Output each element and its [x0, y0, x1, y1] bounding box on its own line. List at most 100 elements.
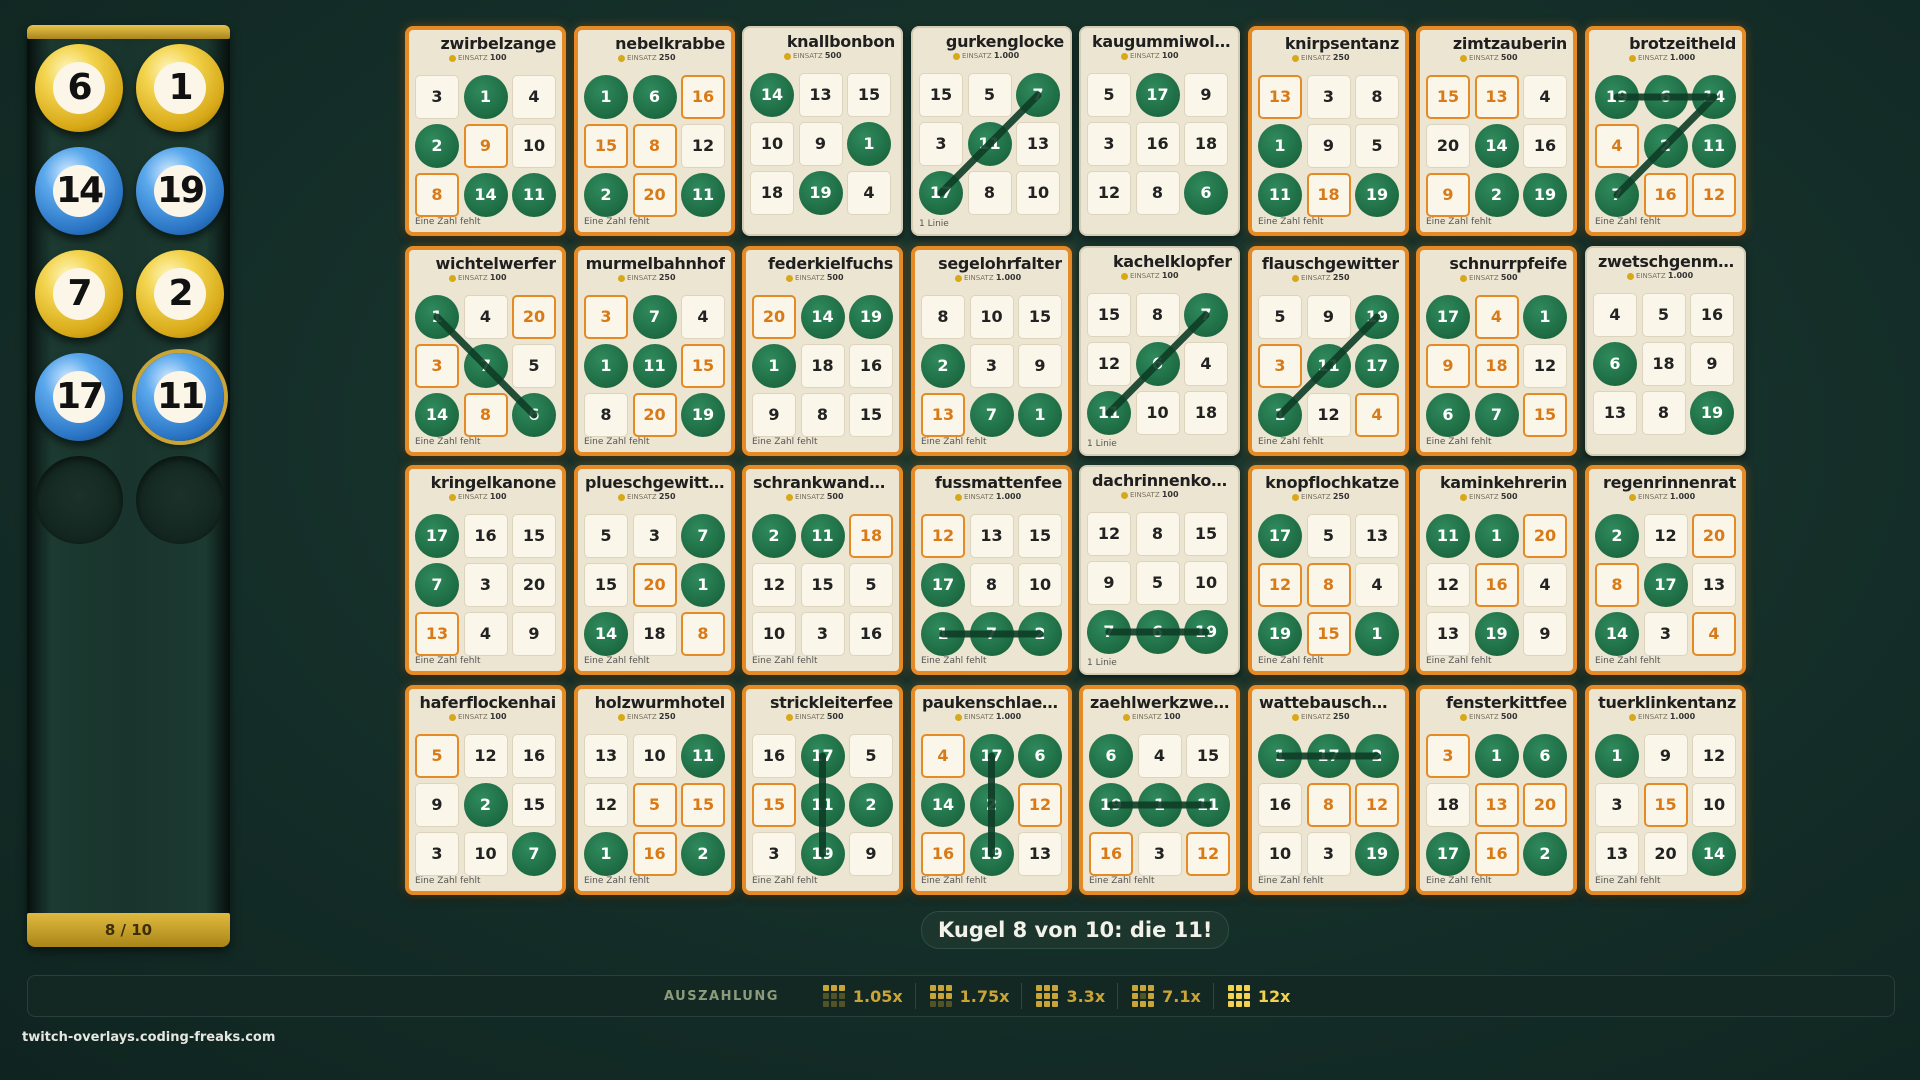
stake-label: EINSATZ — [1469, 493, 1501, 501]
marked-number: 2 — [463, 783, 508, 827]
bingo-card: flauschgewitter EINSATZ 250 5 9 19 3 11 17 1 12 4 E… — [1248, 246, 1409, 456]
card-cell-marked: 11 — [1186, 783, 1230, 827]
card-cell: 18 — [632, 612, 677, 656]
bingo-card: kringelkanone EINSATZ 100 17 16 15 7 3 20 13 4 9 Ei… — [405, 465, 566, 675]
ball-number: 7 — [53, 268, 105, 320]
coin-icon — [1292, 274, 1299, 282]
stake-label: EINSATZ — [627, 493, 659, 501]
card-cell: 12 — [1523, 344, 1567, 388]
payout-multiplier: 3.3x — [1066, 986, 1106, 1006]
stake-value: 100 — [489, 53, 507, 62]
card-player-name: plueschgewitter — [585, 473, 725, 492]
marked-number: 1 — [1137, 783, 1182, 827]
stake-value: 1.000 — [1669, 53, 1696, 62]
card-player-name: brotzeitheld — [1629, 34, 1736, 53]
card-cell-marked: 7 — [463, 344, 508, 388]
card-cell-marked: 1 — [463, 75, 508, 119]
stake-label: EINSATZ — [627, 54, 659, 62]
card-cell-marked: 14 — [415, 393, 459, 437]
marked-number: 14 — [1474, 124, 1519, 168]
card-cell-missing: 18 — [849, 514, 893, 558]
bingo-card: schrankwandhe... EINSATZ 500 2 11 18 12 15 5 10 3… — [742, 465, 903, 675]
card-cell: 15 — [584, 563, 628, 607]
card-cell-marked: 6 — [1523, 734, 1567, 778]
card-cell: 4 — [1137, 734, 1182, 778]
marked-number: 6 — [1593, 342, 1637, 386]
card-cell: 16 — [752, 734, 796, 778]
card-stake: EINSATZ 250 — [618, 712, 676, 721]
card-cell-marked: 11 — [1258, 173, 1302, 217]
payout-bar: AUSZAHLUNG 1.05x 1.75x 3.3x 7.1x 12x — [27, 975, 1895, 1017]
card-cell-marked: 2 — [415, 124, 459, 168]
card-cell-missing: 16 — [1474, 832, 1519, 876]
card-cell: 3 — [800, 612, 845, 656]
card-cell: 5 — [967, 73, 1012, 117]
card-cell-marked: 14 — [1692, 75, 1736, 119]
card-status: Eine Zahl fehlt — [1089, 876, 1155, 886]
card-cell: 4 — [463, 612, 508, 656]
card-cell-missing: 4 — [1355, 393, 1399, 437]
full-card-pattern-icon — [1227, 985, 1250, 1007]
card-cell: 13 — [1018, 832, 1062, 876]
stake-value: 1.000 — [1667, 271, 1694, 280]
card-stake: EINSATZ 1.000 — [1627, 271, 1693, 280]
card-cell-marked: 6 — [1593, 342, 1637, 386]
card-cell-marked: 7 — [681, 514, 725, 558]
card-cell-marked: 14 — [584, 612, 628, 656]
card-cell: 15 — [919, 73, 963, 117]
marked-number: 1 — [752, 344, 796, 388]
card-cell-marked: 17 — [415, 514, 459, 558]
marked-number: 1 — [921, 612, 965, 656]
stake-label: EINSATZ — [1469, 713, 1501, 721]
marked-number: 11 — [800, 783, 845, 827]
card-cell-missing: 13 — [1258, 75, 1302, 119]
coin-icon — [618, 493, 625, 501]
card-cell-missing: 12 — [1355, 783, 1399, 827]
card-cell-marked: 11 — [800, 783, 845, 827]
card-status: Eine Zahl fehlt — [584, 217, 650, 227]
card-player-name: zimtzauberin — [1452, 34, 1567, 53]
card-cell: 10 — [969, 295, 1014, 339]
marked-number: 14 — [1692, 832, 1736, 876]
card-cell-marked: 7 — [1474, 393, 1519, 437]
card-cell-marked: 7 — [415, 563, 459, 607]
ball-number: 11 — [154, 371, 206, 423]
bingo-card: wattebauschwolf EINSATZ 250 1 17 2 16 8 12 10 3 19… — [1248, 685, 1409, 895]
ball-number: 19 — [154, 165, 206, 217]
card-cell-marked: 19 — [1184, 610, 1228, 654]
stake-value: 250 — [1332, 53, 1350, 62]
stake-label: EINSATZ — [964, 274, 996, 282]
card-cell-marked: 19 — [1355, 295, 1399, 339]
card-status: 1 Linie — [1087, 658, 1117, 668]
marked-number: 19 — [1089, 783, 1133, 827]
card-cell: 12 — [1087, 512, 1131, 556]
card-cell-marked: 1 — [847, 122, 891, 166]
marked-number: 19 — [800, 832, 845, 876]
coin-icon — [449, 713, 456, 721]
coin-icon — [1292, 54, 1299, 62]
card-cell: 9 — [512, 612, 556, 656]
card-cell-marked: 19 — [798, 171, 843, 215]
card-cell: 12 — [584, 783, 628, 827]
card-cell: 15 — [512, 783, 556, 827]
stake-value: 1.000 — [993, 51, 1020, 60]
marked-number: 2 — [849, 783, 893, 827]
card-cell: 10 — [632, 734, 677, 778]
stake-value: 250 — [658, 712, 676, 721]
bingo-card: holzwurmhotel EINSATZ 250 13 10 11 12 5 15 1 16 2 E… — [574, 685, 735, 895]
stake-label: EINSATZ — [1469, 54, 1501, 62]
card-cell: 3 — [969, 344, 1014, 388]
marked-number: 6 — [1184, 171, 1228, 215]
marked-number: 11 — [632, 344, 677, 388]
card-cell: 13 — [584, 734, 628, 778]
marked-number: 1 — [584, 344, 628, 388]
payout-label: AUSZAHLUNG — [664, 988, 779, 1004]
marked-number: 1 — [1258, 393, 1302, 437]
coin-icon — [618, 274, 625, 282]
card-player-name: kringelkanone — [430, 473, 556, 492]
card-cell-missing: 20 — [632, 173, 677, 217]
card-cell: 18 — [1184, 122, 1228, 166]
marked-number: 6 — [1018, 734, 1062, 778]
card-cell-marked: 14 — [1474, 124, 1519, 168]
card-cell-marked: 19 — [1258, 612, 1302, 656]
